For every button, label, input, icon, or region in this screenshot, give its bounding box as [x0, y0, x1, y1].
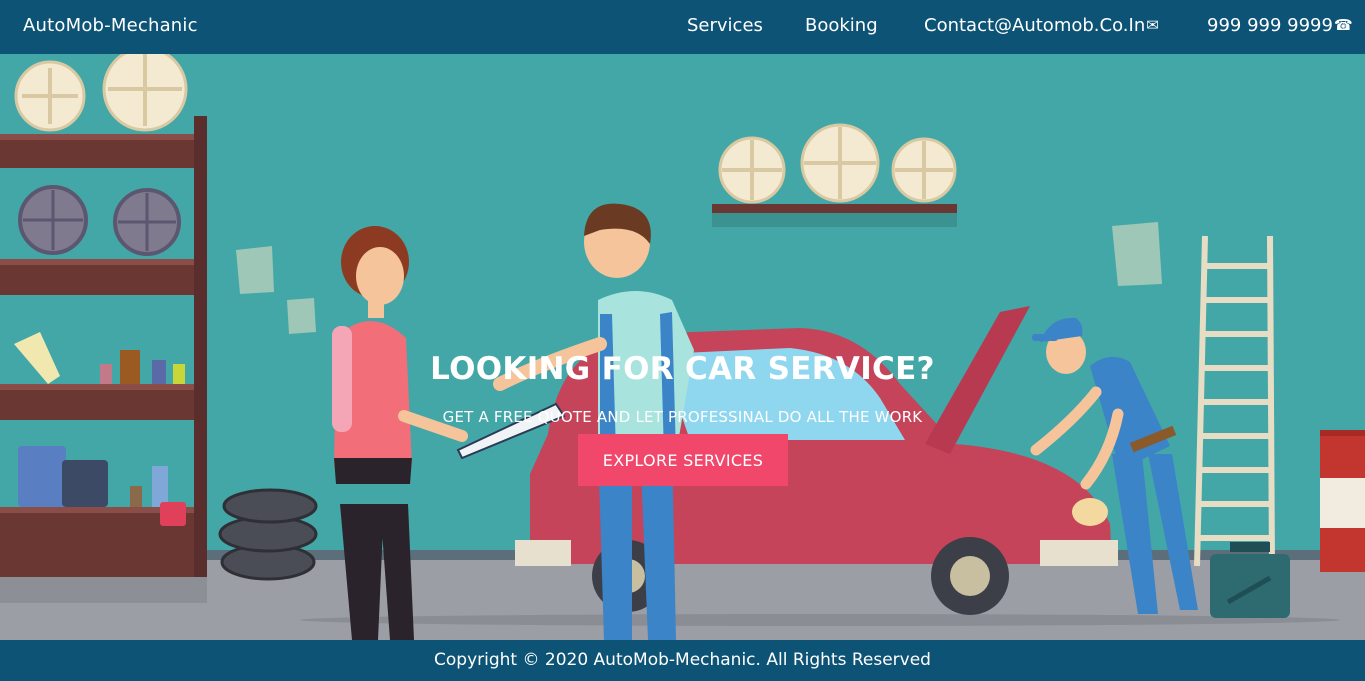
explore-services-button[interactable]: EXPLORE SERVICES — [578, 434, 788, 486]
nav-link-booking[interactable]: Booking — [805, 15, 878, 36]
tire-stack — [218, 488, 318, 581]
right-wall-shelf — [712, 204, 957, 213]
nav-link-phone-label: 999 999 9999 — [1207, 15, 1333, 36]
hero-section: LOOKING FOR CAR SERVICE? GET A FREE QUOT… — [0, 54, 1365, 640]
hero-subtitle: GET A FREE QUOTE AND LET PROFESSINAL DO … — [442, 408, 923, 426]
hero-title: LOOKING FOR CAR SERVICE? — [430, 350, 935, 387]
brand-logo[interactable]: AutoMob-Mechanic — [23, 15, 198, 36]
copyright-text: Copyright © 2020 AutoMob-Mechanic. All R… — [434, 650, 931, 670]
nav-link-phone[interactable]: 999 999 9999☎ — [1207, 15, 1353, 36]
nav-link-booking-label: Booking — [805, 15, 878, 36]
mail-icon: ✉ — [1146, 16, 1159, 34]
floor-shadow — [300, 614, 1340, 626]
phone-icon: ☎ — [1333, 16, 1353, 34]
nav-link-services[interactable]: Services — [687, 15, 763, 36]
navbar: AutoMob-Mechanic Services Booking Contac… — [0, 0, 1365, 54]
nav-link-email-label: Contact@Automob.Co.In — [924, 15, 1146, 36]
footer: Copyright © 2020 AutoMob-Mechanic. All R… — [0, 640, 1365, 681]
nav-link-services-label: Services — [687, 15, 763, 36]
garage-illustration — [0, 54, 1365, 640]
oil-barrel — [1320, 430, 1365, 572]
nav-link-contact-email[interactable]: Contact@Automob.Co.In✉ — [924, 15, 1159, 36]
